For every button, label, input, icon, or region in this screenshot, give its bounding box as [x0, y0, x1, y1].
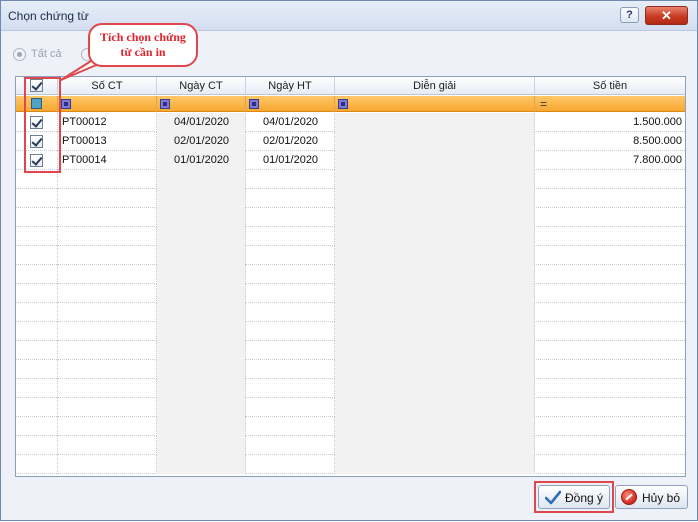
annotation-line-2: từ cần in — [120, 45, 166, 59]
annotation-pointer-icon — [60, 55, 102, 81]
dialog-window: Chọn chứng từ ? ✕ Tất cả Số CT Ngày CT N… — [0, 0, 698, 521]
ok-button-highlight-box — [534, 481, 614, 513]
annotation-line-1: Tích chọn chứng — [100, 30, 186, 44]
annotation-callout: Tích chọn chứng từ cần in — [88, 23, 198, 67]
cancel-button-label: Hủy bỏ — [642, 491, 681, 505]
cancel-circle-icon — [621, 489, 637, 505]
cancel-button[interactable]: Hủy bỏ — [615, 485, 688, 509]
